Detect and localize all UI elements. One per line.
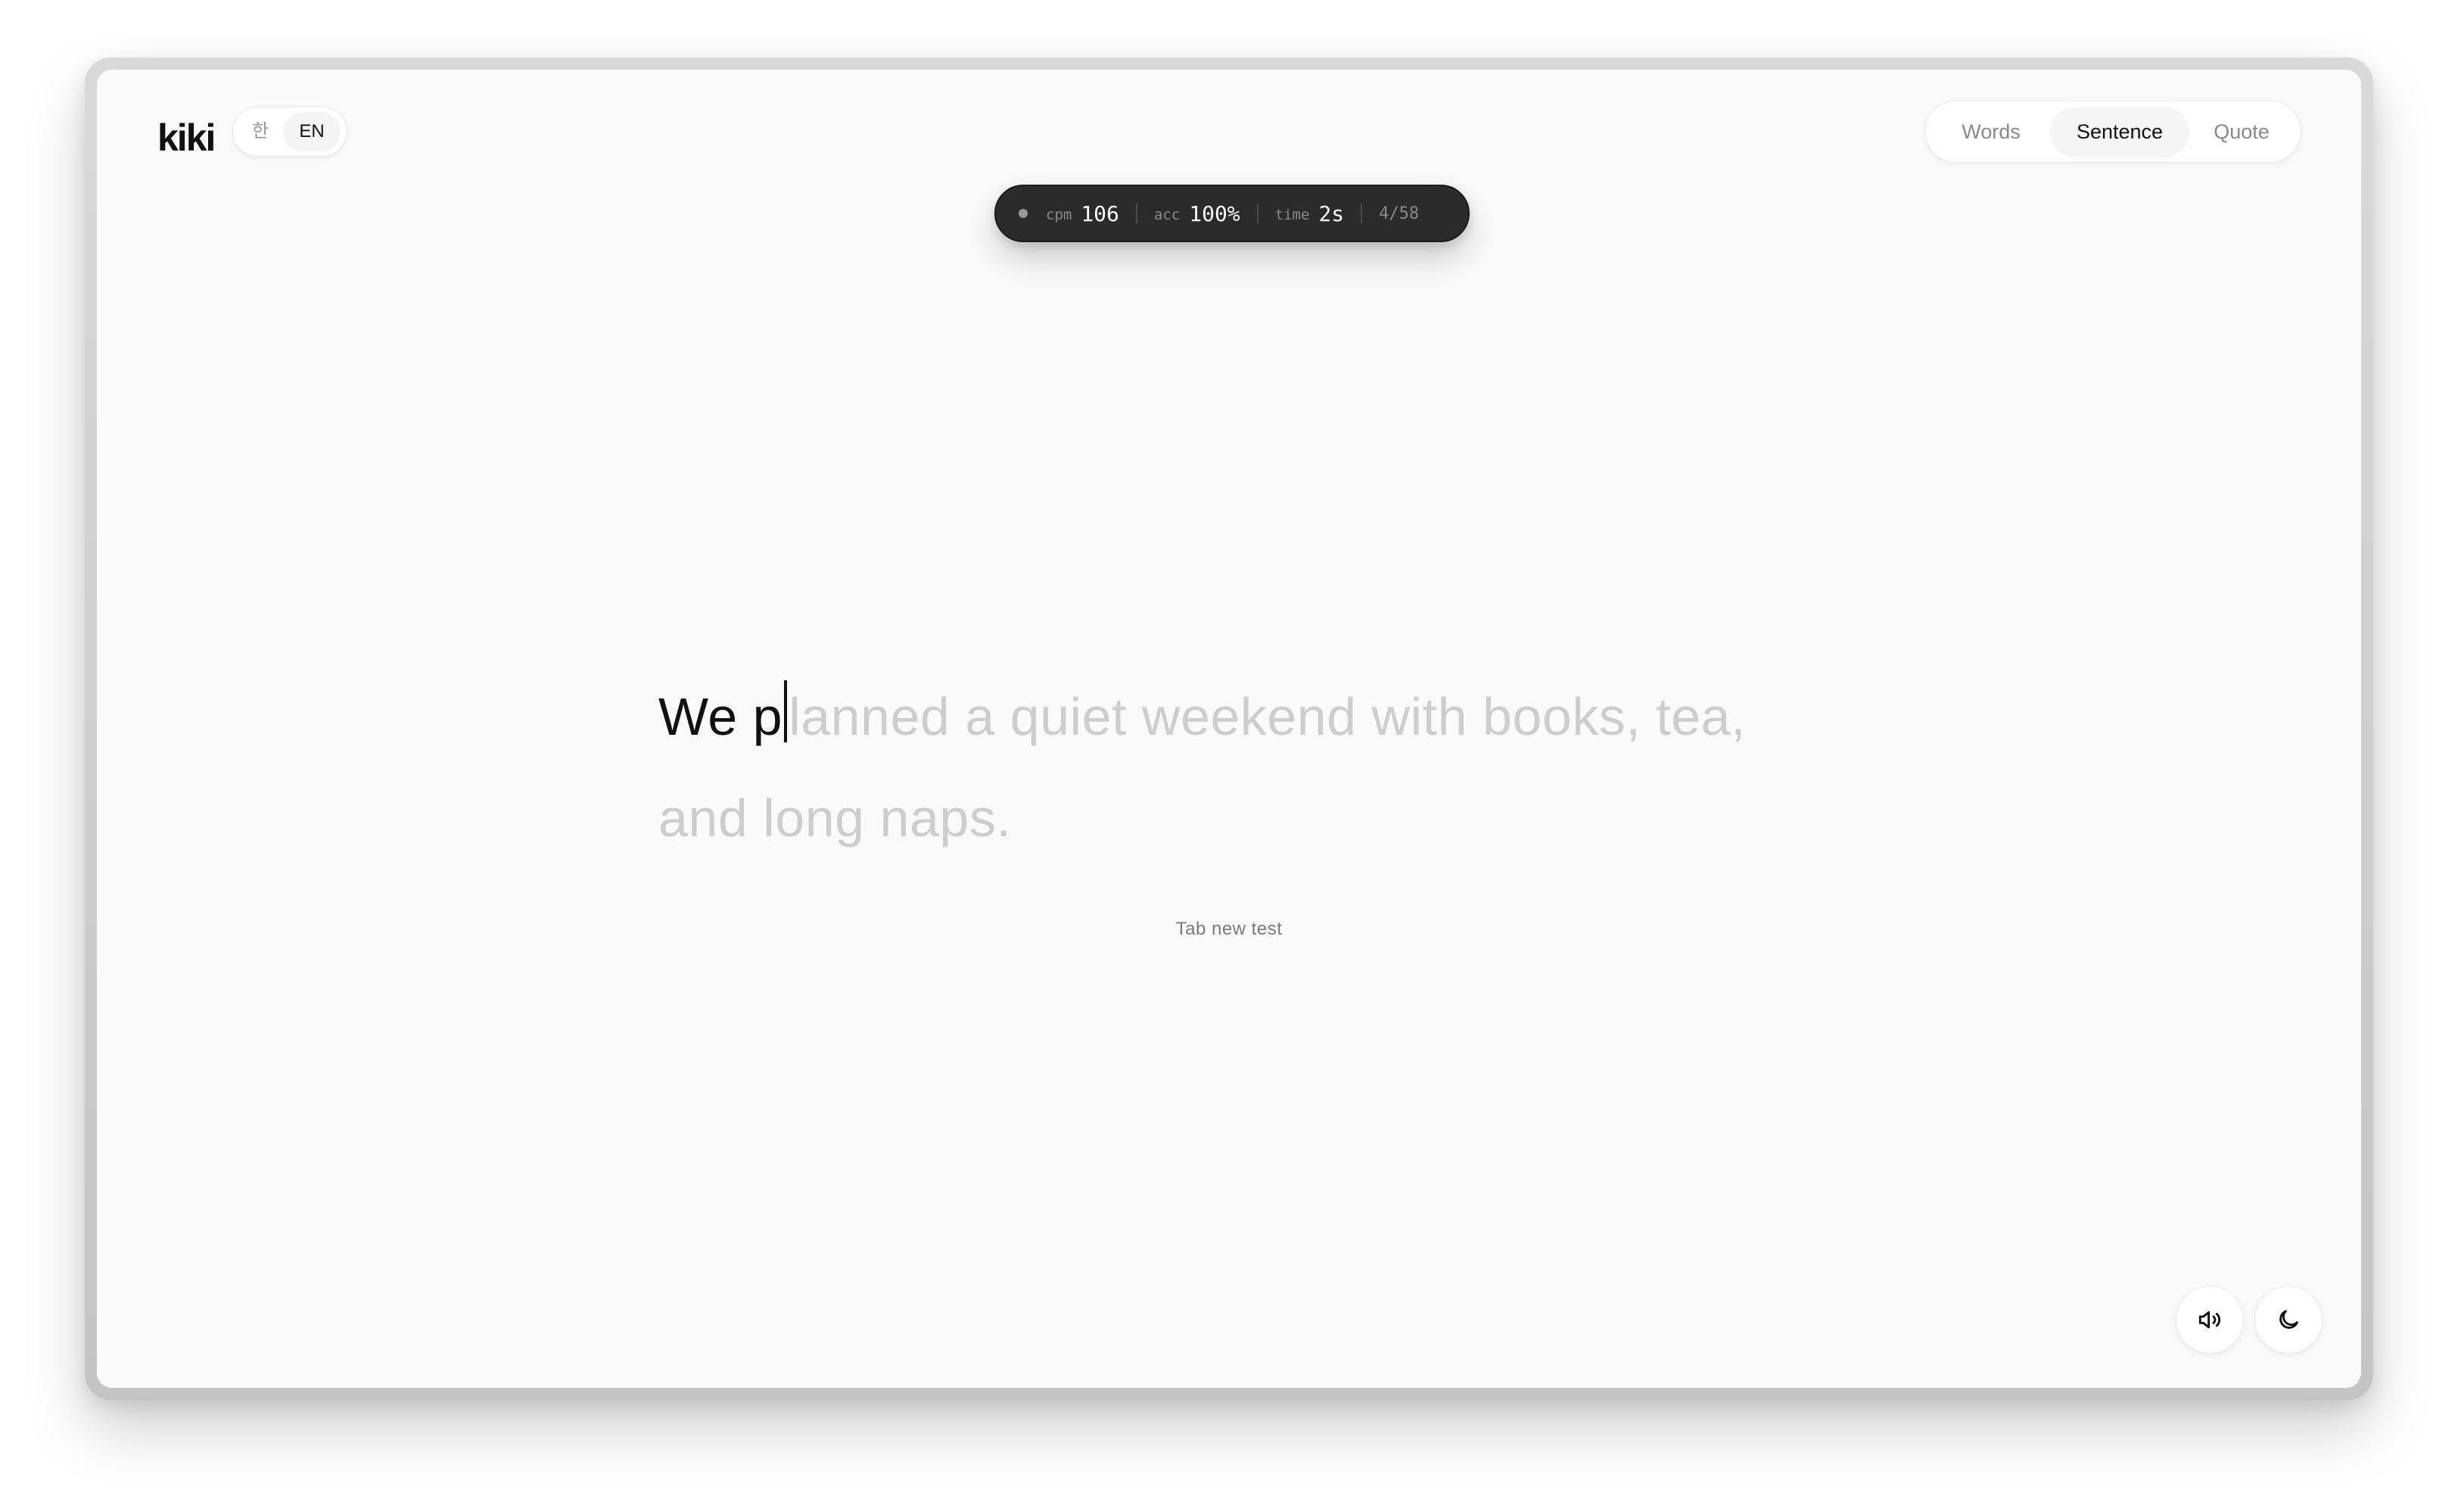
new-test-hint: Tab new test	[1175, 919, 1283, 939]
accuracy-label: acc	[1153, 207, 1181, 223]
typed-text: We p	[658, 687, 783, 746]
tab-sentence[interactable]: Sentence	[2051, 107, 2189, 156]
theme-toggle-button[interactable]	[2255, 1286, 2322, 1353]
stats-divider	[1256, 204, 1259, 223]
app-logo: kiki	[157, 117, 216, 159]
word-progress: 4/58	[1379, 204, 1420, 223]
tab-words[interactable]: Words	[1931, 107, 2051, 156]
remaining-text: lanned a quiet weekend with books, tea, …	[658, 687, 1746, 848]
text-caret	[784, 680, 788, 742]
cpm-value: 106	[1081, 201, 1119, 226]
stats-divider	[1135, 204, 1137, 223]
language-toggle[interactable]: 한 EN	[233, 107, 347, 156]
typing-text-area[interactable]: We p lanned a quiet weekend with books, t…	[658, 666, 1794, 869]
status-dot-icon	[1019, 209, 1028, 218]
language-option-english[interactable]: EN	[283, 112, 341, 151]
stats-bar: cpm 106 acc 100% time 2s 4/58	[994, 185, 1470, 242]
time-label: time	[1274, 207, 1310, 223]
mode-tabs: Words Sentence Quote	[1925, 101, 2301, 162]
cpm-label: cpm	[1046, 207, 1072, 223]
moon-icon	[2279, 1310, 2298, 1329]
sound-toggle-button[interactable]	[2176, 1286, 2243, 1353]
app-window: kiki 한 EN Words Sentence Quote cpm 106 a…	[97, 70, 2361, 1388]
accuracy-value: 100%	[1189, 201, 1240, 226]
device-frame: kiki 한 EN Words Sentence Quote cpm 106 a…	[85, 58, 2373, 1400]
language-option-korean[interactable]: 한	[238, 112, 283, 151]
stats-divider	[1361, 204, 1363, 223]
time-value: 2s	[1318, 201, 1345, 226]
speaker-icon	[2198, 1311, 2220, 1329]
tab-quote[interactable]: Quote	[2189, 107, 2295, 156]
